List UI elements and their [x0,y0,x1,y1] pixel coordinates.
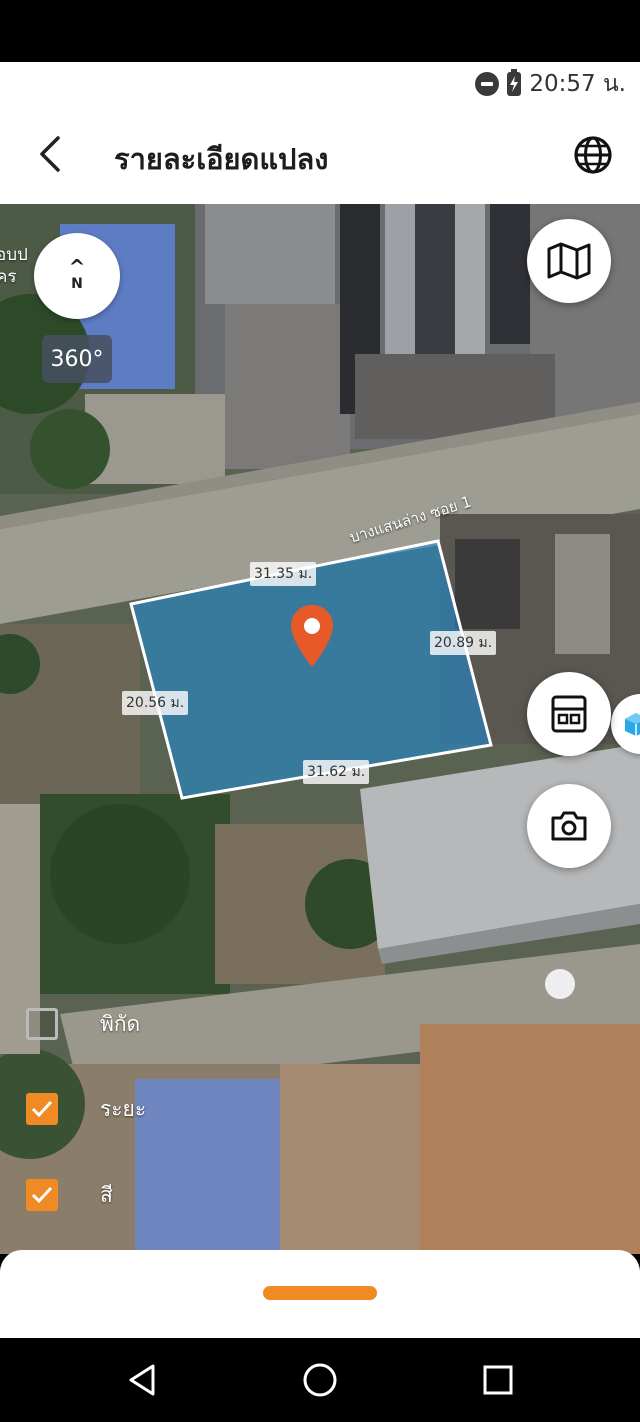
home-circle-icon [303,1363,337,1397]
page-title: รายละเอียดแปลง [114,142,329,176]
nav-back-button[interactable] [122,1360,162,1400]
map-icon [547,242,591,280]
satellite-map[interactable]: อบป คร บางแสนล่าง ซอย 1 31.35 ม. 20.89 ม… [0,204,640,1254]
parcel-left-length: 20.56 ม. [122,691,189,715]
toggle-distance[interactable]: ระยะ [26,1092,146,1126]
calculator-icon [551,695,587,733]
parcel-bottom-length: 31.62 ม. [303,760,370,784]
back-button[interactable] [28,132,72,176]
nav-home-button[interactable] [300,1360,340,1400]
coordinates-label: พิกัด [100,1011,141,1036]
check-icon [31,1100,53,1118]
camera-icon [551,811,587,841]
color-label: สี [100,1182,113,1207]
recents-square-icon [483,1365,513,1395]
compass-arrow-icon: ^ [68,255,86,279]
distance-checkbox[interactable] [26,1093,58,1125]
globe-icon [574,136,612,174]
distance-label: ระยะ [100,1096,147,1121]
color-checkbox[interactable] [26,1179,58,1211]
sheet-drag-handle[interactable] [263,1286,377,1300]
camera-button[interactable] [527,784,611,868]
toggle-coordinates[interactable]: พิกัด [26,1007,140,1041]
compass-north-label: N [71,276,83,292]
app-bar: รายละเอียดแปลง [0,106,640,204]
language-button[interactable] [572,134,614,176]
check-icon [31,1186,53,1204]
nav-recents-button[interactable] [478,1360,518,1400]
cube-icon [625,713,640,736]
chevron-left-icon [40,136,60,172]
compass-button[interactable]: ^ N [34,233,120,319]
phone-screen: 20:57 น. รายละเอียดแปลง อบป คร บางแสนล่า… [0,0,640,1422]
view-360-button[interactable]: 360° [42,335,112,383]
battery-charging-icon [507,69,522,96]
map-layers-button[interactable] [527,219,611,303]
calculator-button[interactable] [527,672,611,756]
status-right-group: 20:57 น. [475,68,626,100]
do-not-disturb-icon [475,72,500,96]
status-bar: 20:57 น. [0,62,640,106]
back-triangle-icon [129,1364,155,1396]
parcel-right-length: 20.89 ม. [430,631,497,655]
status-time: 20:57 น. [529,71,626,97]
bottom-sheet[interactable] [0,1250,640,1340]
parcel-top-length: 31.35 ม. [250,562,317,586]
coordinates-checkbox[interactable] [26,1008,58,1040]
location-pin-icon[interactable] [289,603,335,669]
system-nav-bar [0,1338,640,1422]
toggle-color[interactable]: สี [26,1178,113,1212]
top-black-band [0,0,640,62]
